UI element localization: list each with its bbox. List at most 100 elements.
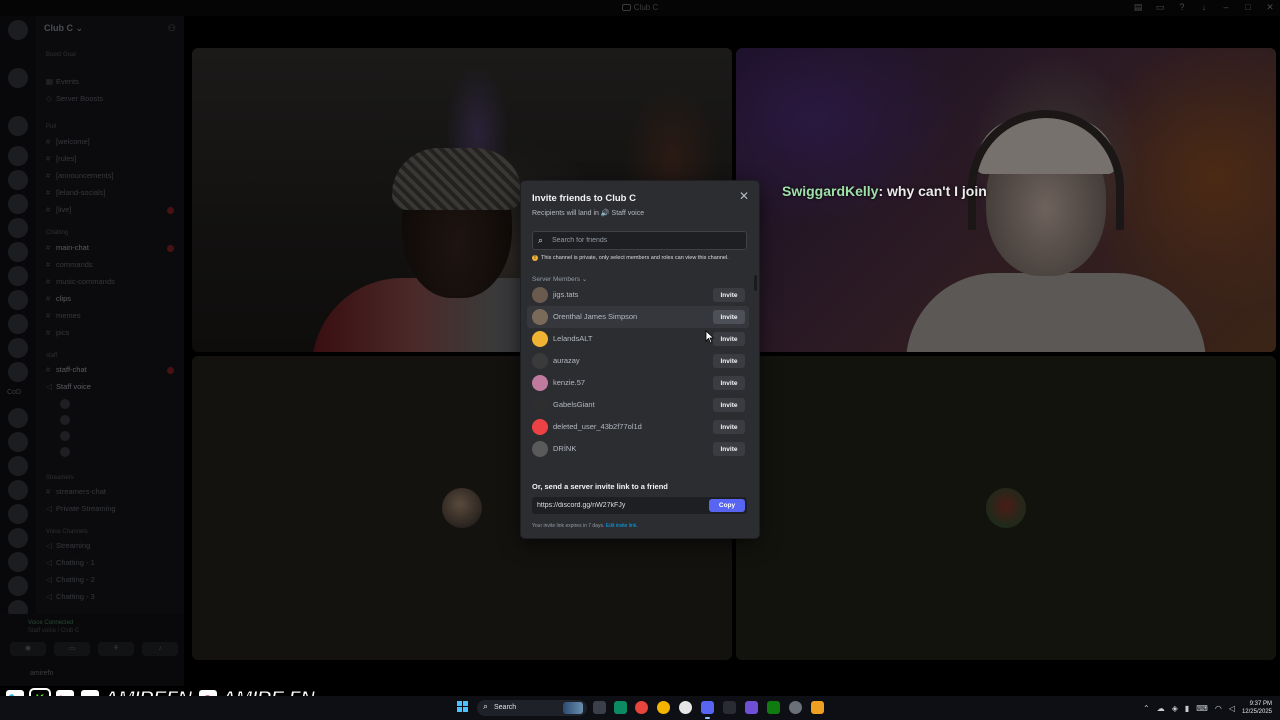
- server-icon[interactable]: [8, 314, 28, 334]
- voice-channel-chatting-1[interactable]: ◁ Chatting - 1: [46, 556, 178, 570]
- server-icon[interactable]: [8, 504, 28, 524]
- invite-button[interactable]: Invite: [713, 376, 745, 390]
- channel-rules[interactable]: # [rules]: [46, 152, 178, 166]
- server-icon[interactable]: [8, 552, 28, 572]
- channel-live[interactable]: # [live]: [46, 203, 178, 217]
- edit-invite-link[interactable]: Edit invite link.: [606, 523, 638, 529]
- category-streamers[interactable]: Streamers: [46, 471, 178, 485]
- server-icon[interactable]: [8, 290, 28, 310]
- battery-icon[interactable]: ▮: [1185, 704, 1189, 713]
- invite-button[interactable]: Invite: [713, 354, 745, 368]
- server-icon[interactable]: [8, 194, 28, 214]
- volume-icon[interactable]: ◁: [1229, 704, 1235, 713]
- monitor-icon[interactable]: ▭: [1154, 2, 1166, 13]
- chevron-up-icon[interactable]: ⌃: [1143, 704, 1150, 713]
- copy-button[interactable]: Copy: [709, 499, 745, 512]
- server-icon[interactable]: [8, 338, 28, 358]
- xbox-icon[interactable]: [767, 701, 780, 714]
- discord-icon[interactable]: [701, 701, 714, 719]
- member-row[interactable]: kenzie.57 Invite: [527, 372, 749, 394]
- download-icon[interactable]: ↓: [1198, 2, 1210, 13]
- username[interactable]: amirefn: [30, 670, 53, 677]
- channel-music-commands[interactable]: # music-commands: [46, 275, 178, 289]
- activity-button[interactable]: ⚘: [98, 642, 134, 656]
- server-icon[interactable]: [8, 432, 28, 452]
- server-members-label[interactable]: Server Members ⌄: [532, 275, 587, 283]
- server-icon[interactable]: [8, 68, 28, 88]
- member-row[interactable]: LelandsALT Invite: [527, 328, 749, 350]
- channel-pics[interactable]: # pics: [46, 326, 178, 340]
- scrollbar[interactable]: [754, 275, 757, 291]
- app-icon[interactable]: [723, 701, 736, 714]
- category-chatting[interactable]: Chatting: [46, 226, 178, 240]
- close-icon[interactable]: ✕: [737, 189, 751, 203]
- member-row[interactable]: jigs.tats Invite: [527, 284, 749, 306]
- screen-share-button[interactable]: ▭: [54, 642, 90, 656]
- server-icon[interactable]: [8, 116, 28, 136]
- server-icon[interactable]: [8, 146, 28, 166]
- category-staff[interactable]: staff: [46, 349, 178, 363]
- invite-button[interactable]: Invite: [713, 288, 745, 302]
- channel-memes[interactable]: # memes: [46, 309, 178, 323]
- server-icon[interactable]: [8, 362, 28, 382]
- invite-button[interactable]: Invite: [713, 398, 745, 412]
- minimize-icon[interactable]: –: [1220, 2, 1232, 13]
- channel-server-boosts[interactable]: ◇ Server Boosts: [46, 92, 178, 106]
- member-row[interactable]: DRİNK Invite: [527, 438, 749, 460]
- task-view-icon[interactable]: [593, 701, 606, 714]
- video-tile-2[interactable]: [736, 48, 1276, 352]
- member-row[interactable]: GabelsGiant Invite: [527, 394, 749, 416]
- taskbar-search[interactable]: ⌕ Search: [477, 700, 587, 716]
- app-icon[interactable]: [635, 701, 648, 714]
- server-icon[interactable]: [8, 576, 28, 596]
- channel-streamers-chat[interactable]: # streamers-chat: [46, 485, 178, 499]
- invite-button[interactable]: Invite: [713, 442, 745, 456]
- cloud-icon[interactable]: ☁: [1157, 704, 1165, 713]
- channel-clips[interactable]: # clips: [46, 292, 178, 306]
- voice-participant[interactable]: [60, 397, 178, 411]
- camera-button[interactable]: ◉: [10, 642, 46, 656]
- server-name[interactable]: Club C ⌄: [44, 23, 83, 34]
- app-icon[interactable]: [745, 701, 758, 714]
- invite-button[interactable]: Invite: [713, 332, 745, 346]
- server-icon[interactable]: [8, 266, 28, 286]
- network-icon[interactable]: ◈: [1172, 704, 1178, 713]
- member-row[interactable]: aurazay Invite: [527, 350, 749, 372]
- voice-tile-4[interactable]: [736, 356, 1276, 660]
- channel-commands[interactable]: # commands: [46, 258, 178, 272]
- add-member-icon[interactable]: ⚇: [168, 23, 176, 34]
- server-icon[interactable]: [8, 480, 28, 500]
- channel-events[interactable]: ▦ Events: [46, 75, 178, 89]
- invite-button[interactable]: Invite: [713, 420, 745, 434]
- voice-participant[interactable]: [60, 413, 178, 427]
- server-icon[interactable]: [8, 408, 28, 428]
- voice-channel-private-streaming[interactable]: ◁ Private Streaming: [46, 502, 178, 516]
- category-voice-channels[interactable]: Voice Channels: [46, 525, 178, 539]
- channel-main-chat[interactable]: # main-chat: [46, 241, 178, 255]
- voice-channel-chatting-3[interactable]: ◁ Chatting - 3: [46, 590, 178, 604]
- channel-staff-chat[interactable]: # staff-chat: [46, 363, 178, 377]
- voice-channel-chatting-2[interactable]: ◁ Chatting - 2: [46, 573, 178, 587]
- wifi-icon[interactable]: ◠: [1215, 704, 1222, 713]
- server-icon[interactable]: [8, 170, 28, 190]
- server-icon[interactable]: [8, 242, 28, 262]
- app-icon[interactable]: [811, 701, 824, 714]
- invite-link-field[interactable]: [537, 499, 697, 512]
- help-icon[interactable]: ?: [1176, 2, 1188, 13]
- voice-participant[interactable]: [60, 445, 178, 459]
- soundboard-button[interactable]: ♪: [142, 642, 178, 656]
- channel-announcements[interactable]: # [announcements]: [46, 169, 178, 183]
- category-pull[interactable]: Pull: [46, 120, 178, 134]
- server-icon[interactable]: [8, 456, 28, 476]
- system-clock[interactable]: 9:37 PM 12/25/2025: [1242, 700, 1272, 716]
- settings-icon[interactable]: [789, 701, 802, 714]
- voice-participant[interactable]: [60, 429, 178, 443]
- friend-search-input[interactable]: [552, 234, 742, 247]
- windows-start-icon[interactable]: [457, 701, 469, 713]
- voice-channel-staff-voice[interactable]: ◁ Staff voice: [46, 380, 178, 394]
- member-row[interactable]: Orenthal James Simpson Invite: [527, 306, 749, 328]
- voice-channel-streaming[interactable]: ◁ Streaming: [46, 539, 178, 553]
- member-row[interactable]: deleted_user_43b2f77ol1d Invite: [527, 416, 749, 438]
- channel-leland-socials[interactable]: # [leland-socials]: [46, 186, 178, 200]
- app-icon[interactable]: [679, 701, 692, 714]
